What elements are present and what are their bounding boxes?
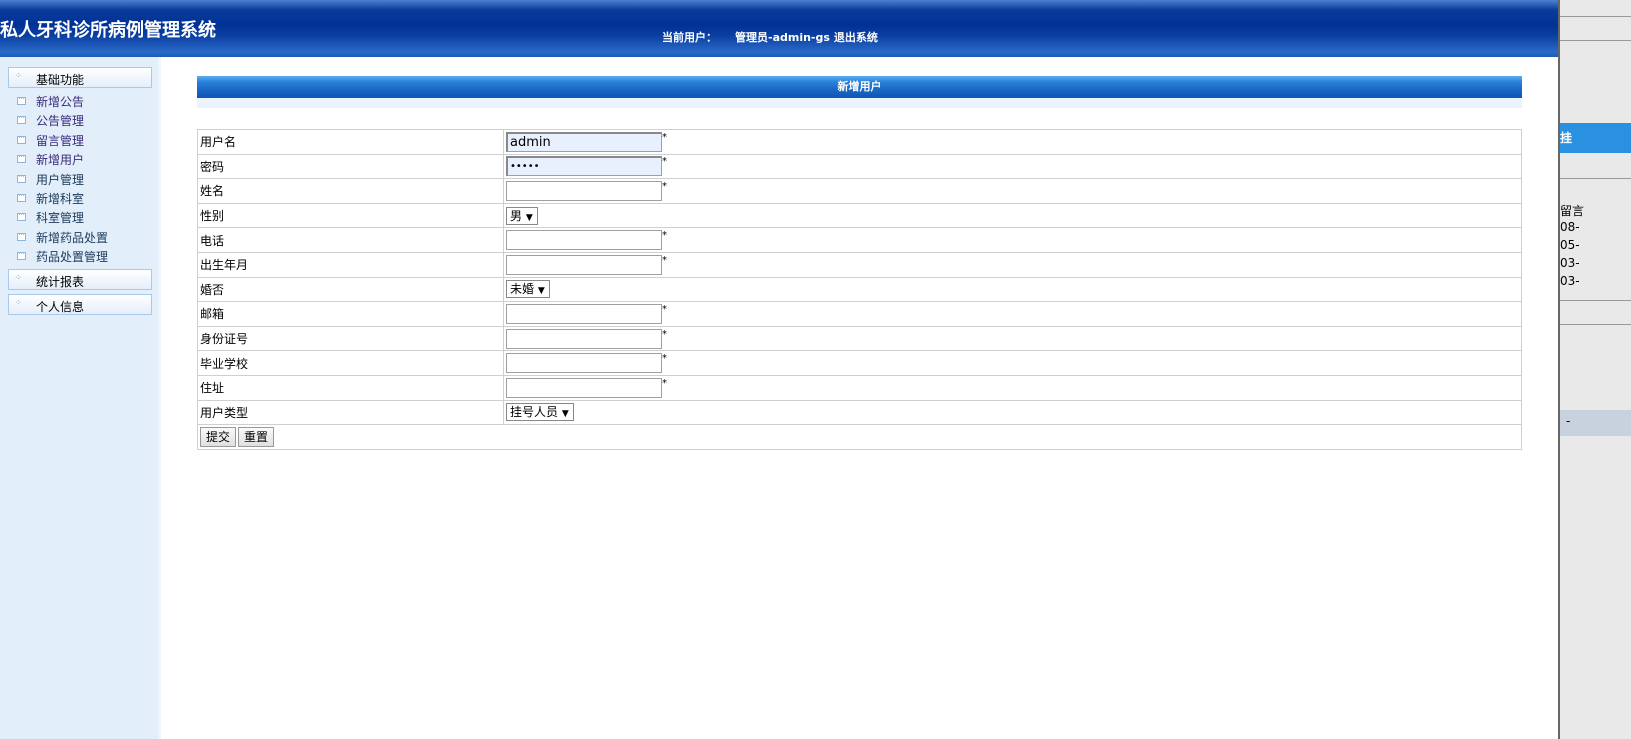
expand-icon: ⁘	[15, 273, 22, 282]
reset-button[interactable]: 重置	[238, 426, 275, 447]
form-row: 性别男 ▼	[197, 202, 1522, 229]
field-label: 毕业学校	[197, 350, 504, 376]
field-label: 用户类型	[197, 399, 504, 426]
background-col-header: 留言	[1560, 204, 1585, 218]
list-bullet-icon: ···	[17, 154, 26, 163]
background-cell: 03-	[1560, 274, 1580, 288]
current-user-label: 当前用户：	[662, 31, 717, 44]
name-input[interactable]	[506, 180, 662, 201]
list-bullet-icon: ···	[17, 232, 26, 241]
sidebar-group-reports[interactable]: ⁘ 统计报表	[8, 269, 152, 290]
field-label: 用户名	[197, 129, 504, 155]
phone-input[interactable]	[506, 230, 662, 251]
sidebar: ⁘ 基础功能 ··· 新增公告 ··· 公告管理 ··· 留言管理 ··· 新增用户 ··…	[0, 57, 161, 739]
field-label: 出生年月	[197, 251, 504, 278]
current-user: 管理员-admin-gs	[735, 31, 830, 44]
sidebar-group-basic[interactable]: ⁘ 基础功能	[8, 67, 152, 88]
list-bullet-icon: ···	[17, 174, 26, 183]
list-bullet-icon: ···	[17, 115, 26, 124]
sidebar-group-profile[interactable]: ⁘ 个人信息	[8, 294, 152, 315]
list-bullet-icon: ···	[17, 193, 26, 202]
user-info: 当前用户： 管理员-admin-gs 退出系统	[662, 29, 878, 45]
form-row: 电话 *	[197, 227, 1522, 253]
logout-link[interactable]: 退出系统	[834, 31, 878, 44]
required-mark: *	[662, 377, 667, 389]
background-cell: 08-	[1560, 220, 1580, 234]
dropdown-arrow-icon: ▼	[561, 409, 569, 420]
dropdown-arrow-icon: ▼	[525, 212, 533, 223]
header: 私人牙科诊所病例管理系统 当前用户： 管理员-admin-gs 退出系统	[0, 0, 1558, 57]
form-row: 用户类型 挂号人员 ▼	[197, 399, 1522, 426]
username-input[interactable]: admin	[506, 131, 662, 152]
idcard-input[interactable]	[506, 328, 662, 349]
expand-icon: ⁘	[15, 298, 22, 307]
form-row: 出生年月 *	[197, 251, 1522, 278]
dropdown-arrow-icon: ▼	[537, 286, 545, 297]
form-title: 新增用户	[197, 76, 1522, 98]
expand-icon: ⁘	[15, 71, 22, 80]
field-label: 性别	[197, 202, 504, 229]
required-mark: *	[662, 303, 667, 315]
add-user-form: 用户名 admin * 密码 ••••• * 姓名 * 性别男 ▼ 电话 * 出生年月 * 婚…	[197, 129, 1522, 450]
field-label: 身份证号	[197, 325, 504, 352]
birth-input[interactable]	[506, 254, 662, 275]
background-cell: 03-	[1560, 256, 1580, 270]
field-label: 婚否	[197, 276, 504, 303]
field-label: 住址	[197, 374, 504, 401]
field-label: 密码	[197, 153, 504, 180]
married-select[interactable]: 未婚 ▼	[506, 280, 550, 299]
required-mark: *	[662, 230, 667, 242]
app-title: 私人牙科诊所病例管理系统	[0, 20, 216, 41]
background-tab: 挂	[1560, 123, 1631, 153]
field-label: 电话	[197, 227, 504, 253]
list-bullet-icon: ···	[17, 251, 26, 260]
email-input[interactable]	[506, 303, 662, 324]
form-row: 用户名 admin *	[197, 129, 1522, 155]
field-label: 邮箱	[197, 301, 504, 327]
background-cell: 05-	[1560, 238, 1580, 252]
list-bullet-icon: ···	[17, 212, 26, 221]
required-mark: *	[662, 353, 667, 365]
gender-select[interactable]: 男 ▼	[506, 206, 538, 225]
form-row: 密码 ••••• *	[197, 153, 1522, 180]
usertype-select[interactable]: 挂号人员 ▼	[506, 403, 574, 422]
form-row: 婚否 未婚 ▼	[197, 276, 1522, 303]
address-input[interactable]	[506, 377, 662, 398]
field-label: 姓名	[197, 178, 504, 204]
form-actions: 提交 重置	[197, 424, 1522, 450]
required-mark: *	[662, 156, 667, 168]
form-row: 毕业学校 *	[197, 350, 1522, 376]
required-mark: *	[662, 328, 667, 340]
background-toolbar: -	[1560, 410, 1631, 436]
background-window: 挂 留言 08- 05- 03- 03- -	[1558, 0, 1631, 739]
form-row: 住址 *	[197, 374, 1522, 401]
password-input[interactable]: •••••	[506, 156, 662, 177]
required-mark: *	[662, 180, 667, 192]
section-divider	[197, 98, 1522, 108]
list-bullet-icon: ···	[17, 135, 26, 144]
form-row: 身份证号 *	[197, 325, 1522, 352]
submit-button[interactable]: 提交	[200, 426, 237, 447]
form-row: 邮箱 *	[197, 301, 1522, 327]
required-mark: *	[662, 254, 667, 266]
list-bullet-icon: ···	[17, 96, 26, 105]
required-mark: *	[662, 131, 667, 143]
school-input[interactable]	[506, 353, 662, 374]
form-row: 姓名 *	[197, 178, 1522, 204]
